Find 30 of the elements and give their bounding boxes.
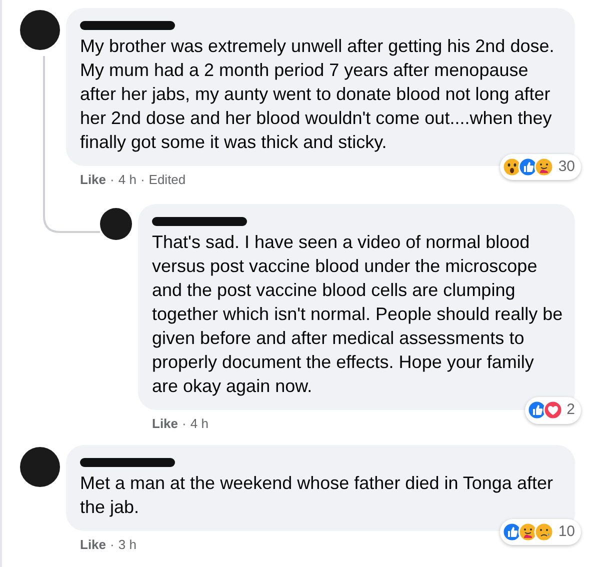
edited-label: Edited	[148, 171, 186, 189]
separator-dot: ·	[182, 414, 186, 432]
comment-text: My brother was extremely unwell after getting his 2nd dose. My mum had a 2 month period 7 years after menopause after her jabs, my aunty went to donate blood not long after her 2nd dose and her blood wouldn't come out....when they finally got some it was thick and sticky.	[80, 35, 556, 154]
like-link[interactable]: Like	[80, 535, 106, 554]
reaction-count: 30	[558, 156, 575, 176]
reaction-badge[interactable]: 30	[500, 154, 581, 180]
timestamp[interactable]: 4 h	[190, 414, 208, 433]
hugging-face-icon	[534, 156, 554, 177]
like-link[interactable]: Like	[152, 414, 178, 433]
separator-dot: ·	[140, 171, 145, 189]
avatar[interactable]	[20, 447, 60, 487]
avatar[interactable]	[100, 208, 132, 240]
comment-text: That's sad. I have seen a video of normal blood versus post vaccine blood under the microscope and the post vaccine blood cells are clumping together which isn't normal. People should really be given before and after medical assessments to properly document the effects. Hope your family are okay again now.	[152, 230, 563, 398]
reaction-count: 10	[558, 522, 575, 542]
sad-face-icon	[534, 522, 554, 542]
comment-text: Met a man at the weekend whose father died in Tonga after the jab.	[80, 472, 554, 519]
hugging-face-icon	[518, 522, 538, 542]
timestamp[interactable]: 4 h	[118, 170, 136, 190]
avatar[interactable]	[20, 10, 60, 50]
reaction-badge[interactable]: 2	[524, 397, 581, 424]
like-link[interactable]: Like	[80, 170, 106, 190]
reaction-badge[interactable]: 10	[500, 518, 581, 545]
surprised-face-icon	[502, 156, 522, 177]
thumbs-up-icon	[518, 156, 538, 177]
timestamp[interactable]: 3 h	[118, 535, 136, 554]
thumbs-up-icon	[502, 522, 522, 542]
reaction-count: 2	[566, 400, 575, 420]
thumbs-up-icon	[526, 400, 547, 420]
separator-dot: ·	[110, 171, 114, 189]
separator-dot: ·	[110, 536, 114, 554]
